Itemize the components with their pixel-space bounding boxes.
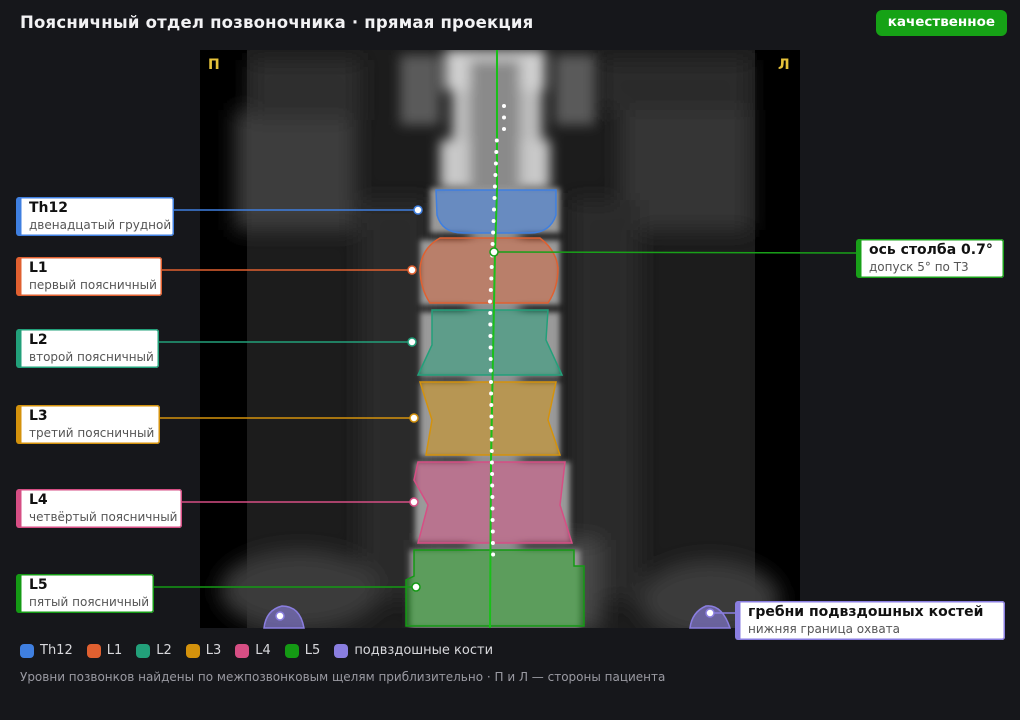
callout-l5[interactable]: L5 пятый поясничный [16, 574, 154, 613]
legend-swatch [185, 643, 200, 658]
legend-item-l1: L1 [86, 643, 123, 658]
iliac-name: гребни подвздошных костей [748, 604, 984, 620]
midline-dot [502, 115, 506, 120]
midline-dot [490, 242, 495, 246]
legend-item-l3: L3 [185, 643, 222, 658]
midline-dot [494, 138, 499, 143]
midline-dot [488, 288, 493, 292]
side-label-right-patient: П [208, 57, 220, 73]
midline-dot [489, 403, 494, 407]
legend-swatch [86, 643, 101, 658]
legend-swatch [136, 643, 151, 658]
legend-swatch [334, 643, 349, 658]
legend-item-iliac: подвздошные кости [334, 643, 493, 658]
legend-label: L5 [304, 643, 321, 658]
callout-l1-name: L1 [29, 260, 48, 276]
midline-dot [488, 368, 493, 373]
legend: Th12 L1 L2 L3 L4 L5 подвздошные кости [20, 643, 493, 658]
callout-l1-desc: первый поясничный [29, 278, 157, 292]
callout-l2-name: L2 [29, 332, 48, 348]
callout-l4[interactable]: L4 четвёртый поясничный [16, 489, 182, 528]
midline-dot [490, 541, 495, 545]
midline-dot [490, 529, 495, 534]
callout-l2-desc: второй поясничный [29, 350, 154, 364]
callout-l4-desc: четвёртый поясничный [29, 510, 178, 524]
legend-label: L3 [205, 643, 222, 658]
midline-dot [502, 127, 506, 131]
midline-dot [489, 460, 494, 465]
midline-dot [490, 506, 495, 511]
callout-l4-name: L4 [29, 492, 48, 508]
midline-dot [488, 311, 493, 315]
midline-dot [488, 334, 493, 338]
callout-l3[interactable]: L3 третий поясничный [16, 405, 160, 444]
side-label-left-patient: Л [778, 57, 790, 73]
midline-dot [489, 391, 494, 396]
midline-dot [489, 414, 494, 419]
midline-dot [489, 380, 493, 384]
callout-l5-name: L5 [29, 577, 48, 593]
midline-dot [492, 207, 496, 212]
legend-swatch [284, 643, 299, 658]
legend-item-l4: L4 [235, 643, 271, 658]
midline-dot [490, 518, 495, 522]
callout-l2[interactable]: L2 второй поясничный [16, 329, 159, 368]
legend-item-l5: L5 [284, 643, 321, 658]
callout-l3-name: L3 [29, 408, 48, 424]
midline-dot [488, 345, 493, 350]
callout-l1[interactable]: L1 первый поясничный [16, 257, 162, 296]
legend-label: L2 [156, 643, 172, 658]
callout-l3-desc: третий поясничный [29, 426, 155, 440]
midline-dot [489, 265, 494, 269]
axis-angle: ось столба 0.7° [869, 242, 993, 258]
callout-th12-desc: двенадцатый грудной [29, 218, 172, 232]
callout-l5-desc: пятый поясничный [29, 595, 149, 609]
legend-label: L4 [255, 643, 271, 658]
midline-dot [489, 449, 494, 453]
legend-label: L1 [106, 643, 123, 658]
midline-dot [489, 426, 494, 430]
callout-spine-axis[interactable]: ось столба 0.7° допуск 5° по Т3 [856, 239, 1004, 278]
midline-dot [492, 196, 497, 200]
vertebra-overlay-l1 [419, 237, 559, 304]
midline-dot [489, 437, 494, 442]
midline-dot [491, 219, 496, 223]
midline-dot [492, 184, 497, 189]
axis-tolerance: допуск 5° по Т3 [869, 260, 969, 274]
footer-note: Уровни позвонков найдены по межпозвонков… [20, 670, 666, 684]
midline-dot [489, 276, 494, 281]
callout-th12[interactable]: Th12 двенадцатый грудной [16, 197, 174, 236]
midline-dot [490, 472, 495, 476]
midline-dot [493, 173, 498, 177]
legend-swatch [20, 643, 34, 658]
midline-dot [488, 299, 492, 304]
vertebra-overlay-l2 [416, 309, 564, 376]
midline-dot [494, 150, 499, 154]
midline-dot [493, 161, 498, 166]
legend-label: Th12 [40, 643, 73, 658]
midline-dot [502, 104, 506, 108]
vertebra-overlay-l5 [405, 549, 585, 627]
legend-item-l2: L2 [136, 643, 172, 658]
midline-dot [488, 357, 493, 361]
iliac-desc: нижняя граница охвата [748, 622, 901, 636]
midline-dot [490, 483, 495, 488]
midline-dot [490, 495, 495, 499]
callout-iliac-crests[interactable]: гребни подвздошных костей нижняя граница… [735, 601, 1005, 640]
midline-dot [488, 322, 493, 327]
legend-label: подвздошные кости [354, 643, 494, 658]
midline-dot [491, 230, 496, 235]
legend-item-th12: Th12 [20, 643, 73, 658]
midline-dot [491, 552, 496, 557]
callout-th12-name: Th12 [29, 200, 68, 216]
legend-swatch [235, 643, 250, 658]
